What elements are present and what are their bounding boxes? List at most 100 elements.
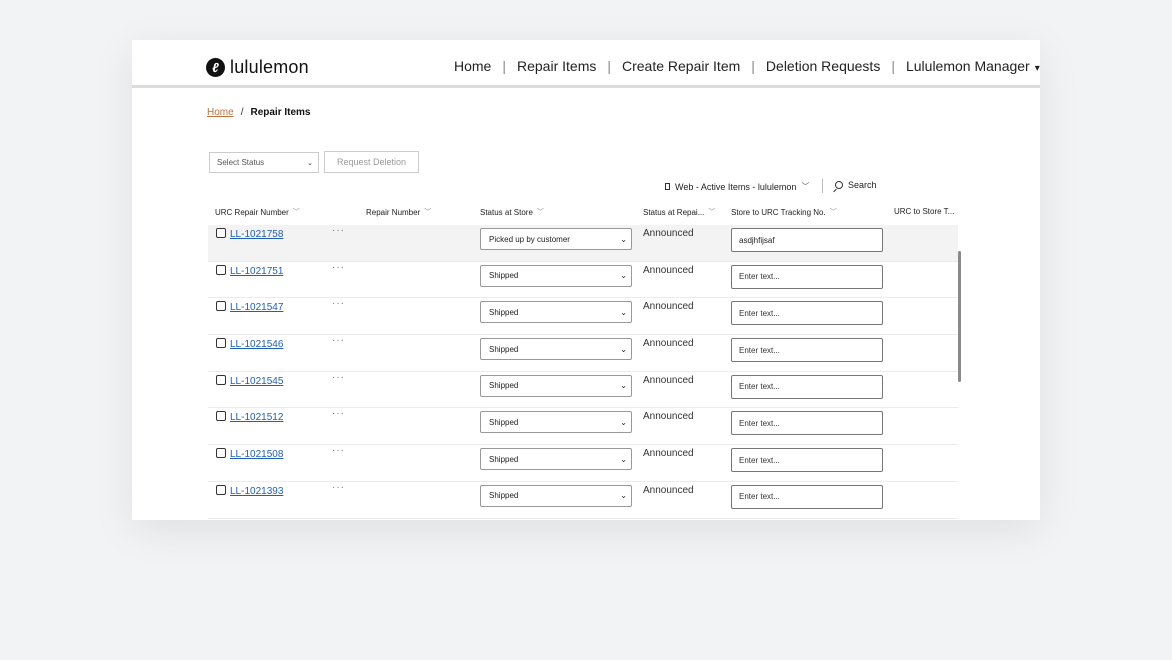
nav-item-repair-items[interactable]: Repair Items: [517, 58, 596, 74]
table-row[interactable]: LL-1021512 ··· Shipped ⌄ Announced Enter …: [208, 408, 958, 446]
urc-repair-number-link[interactable]: LL-1021508: [230, 449, 283, 460]
table-row[interactable]: LL-1021508 ··· Shipped ⌄ Announced Enter …: [208, 445, 958, 482]
dropdown-value: Shipped: [489, 271, 519, 281]
row-checkbox[interactable]: [216, 228, 226, 238]
column-header-label: Repair Number: [366, 207, 421, 217]
column-header-status-at-store[interactable]: Status at Store ﹀: [480, 207, 544, 217]
dropdown-value: Picked up by customer: [489, 234, 570, 244]
nav-item-deletion-requests[interactable]: Deletion Requests: [766, 58, 880, 74]
urc-repair-number-link[interactable]: LL-1021751: [230, 266, 283, 277]
tracking-number-input[interactable]: Enter text...: [731, 264, 883, 289]
nav-item-create-repair-item[interactable]: Create Repair Item: [622, 58, 740, 74]
row-checkbox[interactable]: [216, 264, 226, 275]
chevron-down-icon: ﹀: [708, 209, 716, 216]
view-name: Web - Active Items - lululemon: [675, 181, 797, 192]
status-filter-value: Select Status: [217, 158, 265, 167]
table-row[interactable]: LL-1021751 ··· Shipped ⌄ Announced Enter …: [208, 262, 958, 299]
tracking-number-input[interactable]: Enter text...: [731, 484, 883, 509]
row-checkbox[interactable]: [216, 448, 226, 459]
column-header-repair-number[interactable]: Repair Number ﹀: [366, 207, 431, 217]
row-more-options-icon[interactable]: ···: [332, 482, 345, 493]
status-at-store-dropdown[interactable]: Shipped ⌄: [480, 484, 632, 507]
row-more-options-icon[interactable]: ···: [332, 225, 345, 236]
row-checkbox[interactable]: [216, 301, 226, 312]
tracking-number-input[interactable]: asdjhfijsaf: [731, 228, 883, 252]
row-checkbox[interactable]: [216, 374, 226, 385]
urc-repair-number-link[interactable]: LL-1021546: [230, 339, 283, 350]
urc-repair-number-link[interactable]: LL-1021758: [230, 229, 283, 240]
view-selector[interactable]: Web - Active Items - lululemon ﹀: [665, 181, 809, 192]
main-nav: Home | Repair Items | Create Repair Item…: [454, 58, 1040, 74]
tracking-number-input[interactable]: Enter text...: [731, 301, 883, 326]
row-checkbox[interactable]: [216, 338, 226, 349]
table-row[interactable]: LL-1021393 ··· Shipped ⌄ Announced Enter …: [208, 482, 958, 519]
row-more-options-icon[interactable]: ···: [332, 262, 345, 273]
column-header-urc-to-store-tracking[interactable]: URC to Store T...: [894, 207, 954, 216]
status-at-repair: Announced: [643, 484, 694, 496]
breadcrumb-home-link[interactable]: Home: [207, 107, 234, 118]
app-window: ℓ lululemon Home | Repair Items | Create…: [132, 40, 1040, 520]
column-header-store-to-urc-tracking[interactable]: Store to URC Tracking No. ﹀: [731, 207, 837, 217]
column-header-label: Status at Store: [480, 207, 533, 217]
status-at-store-dropdown[interactable]: Picked up by customer ⌄: [480, 228, 632, 250]
column-header-label: Store to URC Tracking No.: [731, 207, 826, 217]
table-row[interactable]: LL-1021545 ··· Shipped ⌄ Announced Enter …: [208, 372, 958, 409]
row-more-options-icon[interactable]: ···: [332, 298, 345, 309]
chevron-down-icon: ⌄: [620, 271, 627, 281]
column-header-urc-repair-number[interactable]: URC Repair Number ﹀: [215, 207, 300, 217]
table-row[interactable]: LL-1021546 ··· Shipped ⌄ Announced Enter …: [208, 335, 958, 372]
column-header-status-at-repair[interactable]: Status at Repai... ﹀: [643, 207, 715, 217]
top-navigation-bar: ℓ lululemon Home | Repair Items | Create…: [132, 40, 1040, 88]
row-checkbox[interactable]: [216, 411, 226, 422]
chevron-down-icon: ﹀: [829, 209, 837, 216]
status-at-store-dropdown[interactable]: Shipped ⌄: [480, 411, 632, 434]
chevron-down-icon: ⌄: [620, 381, 627, 391]
dropdown-value: Shipped: [489, 454, 519, 464]
search-button[interactable]: Search: [835, 180, 877, 190]
dropdown-value: Shipped: [489, 381, 519, 391]
chevron-down-icon: ⌄: [620, 307, 627, 317]
dropdown-value: Shipped: [489, 307, 519, 317]
repair-items-table: LL-1021758 ··· Picked up by customer ⌄ An…: [208, 225, 958, 519]
status-at-store-dropdown[interactable]: Shipped ⌄: [480, 374, 632, 397]
table-scrollbar[interactable]: [958, 251, 961, 382]
user-menu[interactable]: Lululemon Manager ▾: [906, 58, 1040, 74]
status-at-store-dropdown[interactable]: Shipped ⌄: [480, 448, 632, 471]
table-row[interactable]: LL-1021758 ··· Picked up by customer ⌄ An…: [208, 225, 958, 262]
status-at-repair: Announced: [643, 448, 694, 460]
row-more-options-icon[interactable]: ···: [332, 445, 345, 456]
tracking-number-input[interactable]: Enter text...: [731, 411, 883, 436]
status-at-store-dropdown[interactable]: Shipped ⌄: [480, 301, 632, 324]
tracking-number-input[interactable]: Enter text...: [731, 374, 883, 399]
row-checkbox[interactable]: [216, 484, 226, 495]
row-more-options-icon[interactable]: ···: [332, 408, 345, 419]
dropdown-value: Shipped: [489, 491, 519, 501]
urc-repair-number-link[interactable]: LL-1021512: [230, 412, 283, 423]
brand-logo[interactable]: ℓ lululemon: [206, 57, 309, 78]
urc-repair-number-link[interactable]: LL-1021545: [230, 376, 283, 387]
status-at-store-dropdown[interactable]: Shipped ⌄: [480, 264, 632, 287]
view-icon: [665, 183, 670, 190]
nav-item-home[interactable]: Home: [454, 58, 491, 74]
tracking-number-input[interactable]: Enter text...: [731, 448, 883, 473]
request-deletion-button[interactable]: Request Deletion: [324, 151, 419, 173]
status-at-repair: Announced: [643, 228, 694, 239]
status-at-repair: Announced: [643, 374, 694, 386]
row-more-options-icon[interactable]: ···: [332, 335, 345, 346]
nav-divider: |: [891, 58, 895, 74]
chevron-down-icon: ﹀: [292, 209, 300, 216]
caret-down-icon: ▾: [1034, 63, 1040, 74]
lululemon-logo-icon: ℓ: [206, 58, 225, 77]
tracking-number-input[interactable]: Enter text...: [731, 338, 883, 363]
column-header-label: URC to Store T...: [894, 207, 955, 216]
user-menu-label: Lululemon Manager: [905, 58, 1030, 74]
status-at-repair: Announced: [643, 411, 694, 423]
table-row[interactable]: LL-1021547 ··· Shipped ⌄ Announced Enter …: [208, 298, 958, 336]
status-at-store-dropdown[interactable]: Shipped ⌄: [480, 338, 632, 361]
urc-repair-number-link[interactable]: LL-1021393: [230, 486, 283, 497]
chevron-down-icon: ⌄: [620, 491, 627, 501]
status-filter-select[interactable]: Select Status ⌄: [209, 152, 319, 173]
chevron-down-icon: ⌄: [620, 417, 627, 427]
urc-repair-number-link[interactable]: LL-1021547: [230, 302, 283, 313]
row-more-options-icon[interactable]: ···: [332, 372, 345, 383]
